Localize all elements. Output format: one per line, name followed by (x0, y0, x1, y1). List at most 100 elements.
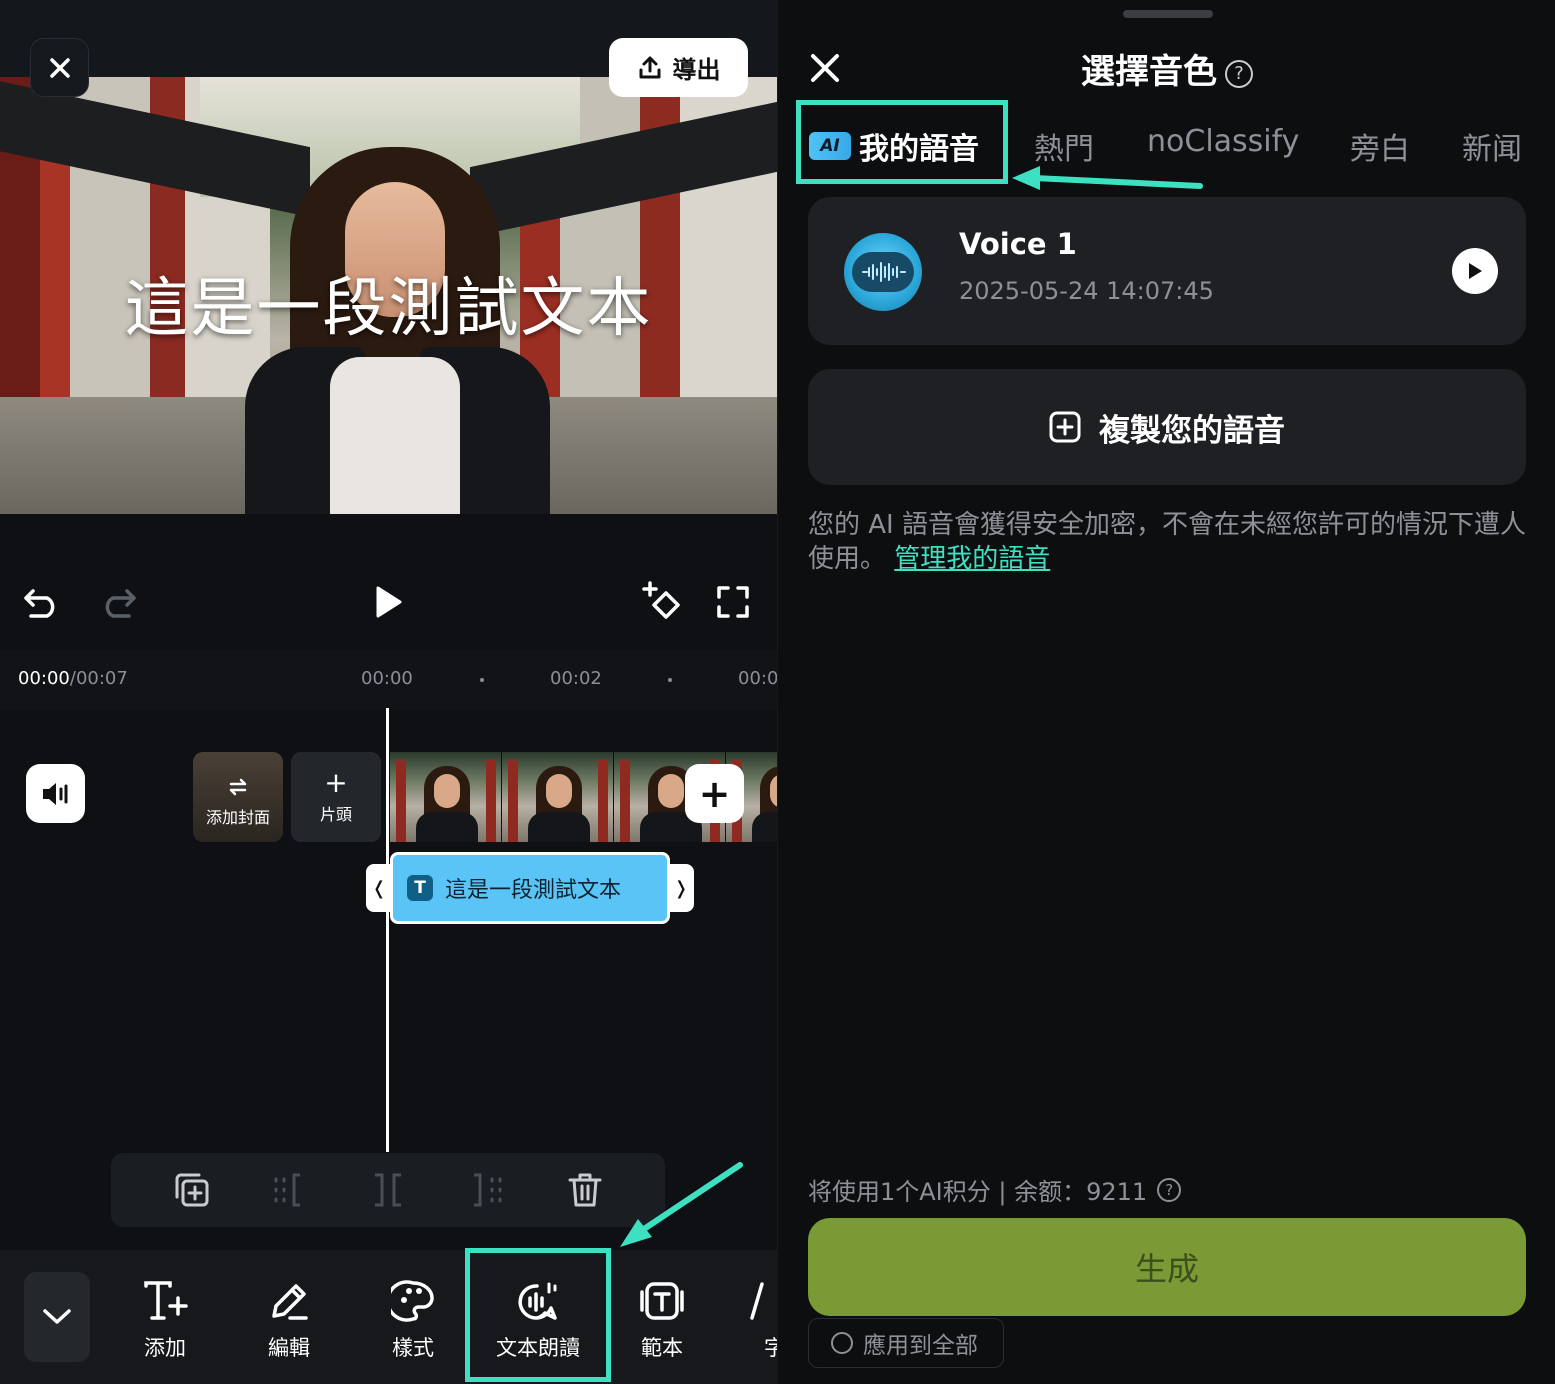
palette-icon (391, 1280, 434, 1322)
close-editor-button[interactable] (30, 38, 89, 97)
split-icon (375, 1173, 401, 1207)
tool-label: 範本 (641, 1336, 683, 1360)
trim-end-icon (474, 1173, 502, 1207)
manage-my-voice-link[interactable]: 管理我的語音 (894, 544, 1050, 574)
text-clip-body[interactable]: T 這是一段測試文本 (390, 852, 670, 924)
annotation-arrow-tts (620, 1162, 743, 1247)
swap-icon (229, 778, 247, 796)
text-clip-label: 這是一段測試文本 (445, 878, 622, 903)
play-button[interactable] (366, 580, 410, 624)
tool-edit[interactable]: 編輯 (239, 1280, 339, 1362)
tool-label: 編輯 (268, 1336, 310, 1360)
playhead[interactable] (386, 708, 389, 1152)
help-icon[interactable]: ? (1157, 1177, 1182, 1202)
tool-label: 字 (764, 1336, 777, 1360)
fullscreen-button[interactable] (711, 580, 755, 624)
apply-to-all-label: 應用到全部 (863, 1333, 978, 1359)
intro-label: 片頭 (319, 805, 352, 824)
sheet-grabber[interactable] (1123, 10, 1213, 18)
trash-icon (568, 1173, 602, 1207)
radio-icon (831, 1332, 853, 1354)
add-clip-button[interactable]: + (685, 764, 744, 823)
close-icon (49, 57, 70, 78)
add-square-icon (1049, 411, 1081, 443)
undo-button[interactable] (20, 580, 64, 624)
help-icon[interactable]: ? (1225, 59, 1253, 88)
mute-audio-button[interactable] (26, 764, 85, 823)
voice-play-button[interactable] (1452, 248, 1498, 294)
font-icon (750, 1282, 764, 1320)
tool-template[interactable]: 範本 (612, 1280, 712, 1362)
tool-add-text[interactable]: 添加 (115, 1280, 215, 1362)
redo-icon (105, 589, 136, 618)
add-cover-tile[interactable]: 添加封面 (193, 752, 283, 842)
clone-voice-label: 複製您的語音 (1099, 412, 1285, 449)
split-button[interactable] (368, 1170, 408, 1210)
trim-end-button[interactable] (467, 1170, 507, 1210)
preview-caption-text[interactable]: 這是一段測試文本 (0, 257, 777, 349)
voice-name: Voice 1 (959, 227, 1077, 261)
highlight-box-my-voice (796, 100, 1008, 184)
add-intro-tile[interactable]: + 片頭 (291, 752, 381, 842)
trim-start-button[interactable] (269, 1170, 309, 1210)
export-button[interactable]: 導出 (609, 38, 748, 97)
pencil-icon (272, 1284, 308, 1320)
voice-avatar (844, 233, 922, 311)
add-keyframe-button[interactable] (641, 580, 685, 624)
tick-label: 00:02 (550, 668, 602, 689)
collapse-toolbar-button[interactable] (24, 1272, 90, 1362)
voice-item-card[interactable]: Voice 1 2025-05-24 14:07:45 (808, 197, 1526, 345)
waveform-icon (862, 262, 906, 282)
add-cover-label: 添加封面 (205, 808, 270, 827)
play-icon (1469, 263, 1482, 279)
annotation-arrow-my-voice (1012, 166, 1203, 190)
delete-button[interactable] (565, 1170, 605, 1210)
tick-label: 00:00 (361, 668, 413, 689)
tool-style[interactable]: 樣式 (363, 1280, 463, 1362)
video-preview[interactable]: 這是一段測試文本 (0, 77, 777, 514)
trim-start-icon (274, 1173, 300, 1207)
fullscreen-icon (717, 586, 749, 618)
export-label: 導出 (672, 56, 721, 84)
speaker-icon (42, 782, 67, 805)
chevron-down-icon (43, 1309, 71, 1324)
tick-label: 00:0 (738, 668, 777, 689)
timeline-ruler: 00:00/00:07 00:00 00:02 00:0 (0, 650, 777, 710)
tool-label: 添加 (144, 1336, 186, 1360)
text-add-icon (144, 1281, 188, 1320)
plus-icon: + (698, 771, 731, 816)
keyframe-add-icon (642, 581, 680, 619)
bottom-tool-bar: 添加 編輯 樣式 文本朗讀 範本 字 (0, 1250, 777, 1384)
upload-icon (639, 56, 660, 78)
highlight-box-tts (465, 1248, 611, 1382)
duplicate-button[interactable] (172, 1170, 212, 1210)
text-clip[interactable]: ❬ ❭ T 這是一段測試文本 (366, 852, 694, 924)
video-editor: 這是一段測試文本 導出 00:00/00:07 00:00 00:02 00:0 (0, 0, 777, 1384)
text-clip-right-handle[interactable]: ❭ (668, 864, 694, 912)
clone-voice-button[interactable]: 複製您的語音 (808, 369, 1526, 485)
generate-button[interactable]: 生成 (808, 1218, 1526, 1316)
redo-button[interactable] (96, 580, 140, 624)
tool-label: 樣式 (392, 1336, 434, 1360)
tab-news[interactable]: 新闻 (1462, 124, 1522, 168)
clip-frame (502, 752, 614, 842)
template-icon (640, 1282, 684, 1320)
play-icon (376, 586, 402, 618)
undo-icon (24, 589, 55, 618)
apply-to-all-toggle[interactable]: 應用到全部 (808, 1318, 1004, 1368)
duplicate-icon (175, 1173, 209, 1207)
voice-select-panel: 選擇音色? AI 我的語音 熱門 noClassify 旁白 新闻 Voice … (777, 0, 1555, 1384)
tab-narration[interactable]: 旁白 (1350, 124, 1410, 168)
clip-frame (390, 752, 502, 842)
tab-noclassify[interactable]: noClassify (1147, 124, 1299, 159)
clip-edit-toolbar (111, 1153, 665, 1227)
privacy-notice: 您的 AI 語音會獲得安全加密，不會在未經您許可的情況下遭人使用。 管理我的語音 (808, 510, 1526, 574)
time-readout: 00:00/00:07 (18, 668, 128, 689)
playback-controls (0, 560, 777, 644)
plus-icon: + (324, 766, 348, 799)
credits-info: 将使用1个AI积分 | 余额：9211 ? (808, 1172, 1182, 1207)
voice-date: 2025-05-24 14:07:45 (959, 277, 1214, 305)
panel-title: 選擇音色? (778, 44, 1555, 93)
tool-font[interactable]: 字 (722, 1280, 777, 1362)
text-icon: T (407, 875, 433, 901)
